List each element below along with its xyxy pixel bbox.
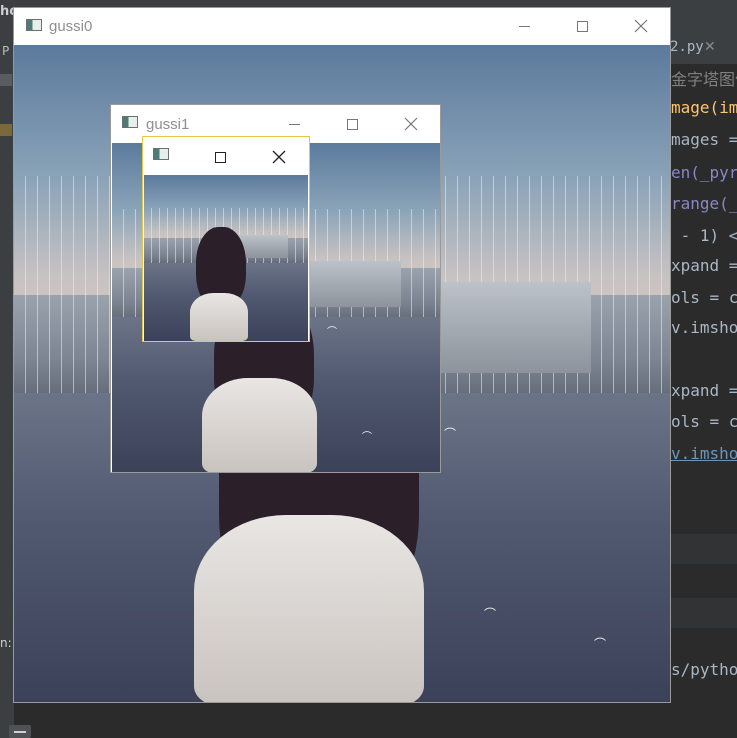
- ide-left-gutter: [0, 0, 14, 738]
- titlebar[interactable]: gussi0: [14, 8, 670, 45]
- code-line[interactable]: xpand =: [671, 256, 737, 275]
- code-line[interactable]: range(_: [671, 194, 737, 213]
- minimize-icon[interactable]: [501, 11, 547, 41]
- code-line[interactable]: - 1) <: [671, 226, 737, 245]
- opencv-window-icon: [153, 148, 169, 160]
- code-line[interactable]: v.imshow: [671, 444, 737, 463]
- tab-close-icon[interactable]: ✕: [704, 39, 716, 55]
- photo-seagulls-harbor: [144, 175, 308, 341]
- code-line[interactable]: s/pytho: [671, 660, 737, 679]
- code-line[interactable]: xpand =: [671, 381, 737, 400]
- code-line[interactable]: ols = cv: [671, 412, 737, 431]
- window-gussi2[interactable]: [142, 136, 310, 342]
- collapse-button[interactable]: [9, 725, 31, 738]
- window-title: gussi1: [146, 116, 190, 133]
- run-panel-label: n:: [0, 636, 12, 650]
- opencv-window-icon: [122, 116, 138, 128]
- gutter-marker: [0, 74, 12, 86]
- ide-panel-letter: P: [2, 44, 10, 58]
- editor-tab-filename[interactable]: 2.py: [670, 39, 704, 55]
- close-icon[interactable]: [618, 11, 664, 41]
- console-band: [670, 534, 737, 564]
- maximize-icon[interactable]: [329, 109, 375, 139]
- window-title: gussi0: [49, 18, 93, 35]
- close-icon[interactable]: [388, 109, 434, 139]
- code-line[interactable]: mages =: [671, 130, 737, 149]
- maximize-icon[interactable]: [559, 11, 605, 41]
- code-line[interactable]: ols = cv: [671, 288, 737, 307]
- close-icon[interactable]: [256, 142, 302, 172]
- console-band: [670, 598, 737, 628]
- code-line[interactable]: mage(ima: [671, 98, 737, 117]
- gutter-marker: [0, 124, 12, 136]
- maximize-icon[interactable]: [197, 142, 243, 172]
- opencv-window-icon: [26, 19, 42, 31]
- code-line[interactable]: en(_pyra: [671, 163, 737, 182]
- code-line[interactable]: 金字塔图像: [671, 66, 737, 90]
- code-line[interactable]: v.imshow: [671, 318, 737, 337]
- titlebar[interactable]: [143, 137, 309, 175]
- image-display: [144, 175, 308, 341]
- minimize-icon[interactable]: [271, 109, 317, 139]
